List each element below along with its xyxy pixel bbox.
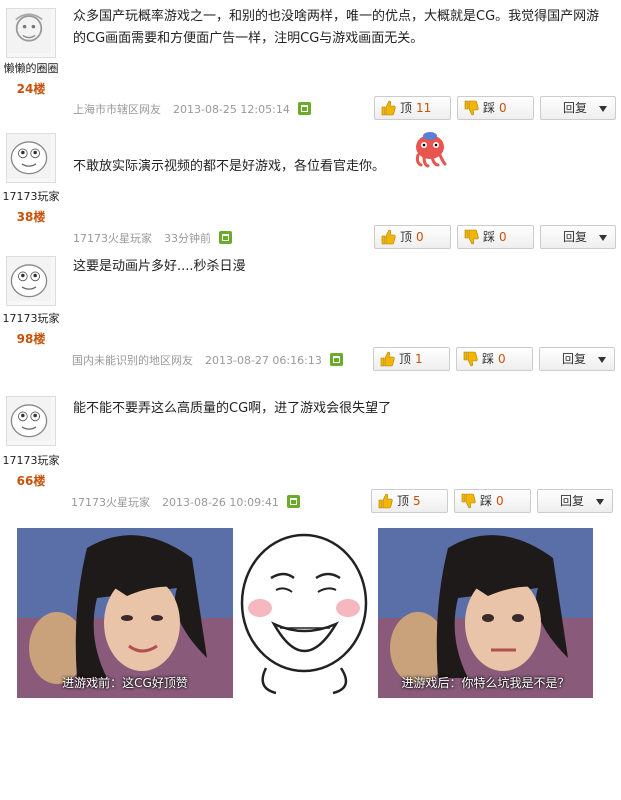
comment-meta: 17173火星玩家 33分钟前 (73, 230, 232, 246)
username[interactable]: 懒懒的圈圈 (0, 60, 62, 76)
downvote-label: 踩 (480, 494, 493, 508)
downvote-button[interactable]: 踩0 (457, 225, 534, 249)
comment-post: 懒懒的圈圈 24楼 众多国产玩概率游戏之一，和别的也没啥两样，唯一的优点，大概就… (0, 0, 621, 125)
reply-label: 回复 (560, 494, 585, 508)
chevron-down-icon (598, 357, 606, 363)
downvote-count: 0 (499, 101, 507, 115)
meme-photo-before: 进游戏前：这CG好顶赞 (17, 528, 233, 698)
floor-number: 66楼 (16, 474, 46, 488)
user-avatar[interactable] (6, 256, 56, 306)
trash-icon[interactable] (219, 231, 232, 244)
post-time: 2013-08-26 10:09:41 (162, 496, 279, 509)
user-avatar-image (7, 397, 51, 441)
post-time: 33分钟前 (164, 232, 211, 245)
user-location: 国内未能识别的地区网友 (72, 354, 193, 367)
user-location: 上海市市辖区网友 (73, 103, 161, 116)
woman-smiling-image (17, 528, 233, 698)
username[interactable]: 17173玩家 (0, 188, 62, 204)
meme-photo-after: 进游戏后：你特么坑我是不是？ (378, 528, 593, 698)
user-avatar-image (7, 134, 51, 178)
comment-text: 这要是动画片多好....秒杀日漫 (73, 259, 246, 274)
reply-button[interactable]: 回复 (540, 225, 616, 249)
user-location: 17173火星玩家 (73, 232, 152, 245)
floor-number: 38楼 (16, 210, 46, 224)
downvote-button[interactable]: 踩0 (456, 347, 533, 371)
post-time: 2013-08-25 12:05:14 (173, 103, 290, 116)
thumbs-up-icon (381, 100, 396, 116)
upvote-button[interactable]: 顶0 (374, 225, 451, 249)
reply-button[interactable]: 回复 (540, 96, 616, 120)
upvote-count: 11 (416, 101, 432, 115)
reply-label: 回复 (562, 352, 587, 366)
chevron-down-icon (599, 235, 607, 241)
post-time: 2013-08-27 06:16:13 (205, 354, 322, 367)
thumbs-down-icon (463, 351, 478, 367)
trash-icon[interactable] (329, 353, 343, 366)
meme-image-strip: 进游戏前：这CG好顶赞 进游戏后：你特么坑我是不是？ (0, 528, 621, 698)
thumbs-up-icon (380, 351, 395, 367)
reply-button[interactable]: 回复 (537, 489, 613, 513)
comment-meta: 上海市市辖区网友 2013-08-25 12:05:14 (73, 101, 311, 117)
comment-meta: 17173火星玩家 2013-08-26 10:09:41 (71, 494, 300, 510)
woman-displeased-image (378, 528, 593, 698)
upvote-button[interactable]: 顶5 (371, 489, 448, 513)
downvote-label: 踩 (483, 230, 496, 244)
comment-post: 17173玩家 38楼 不敢放实际演示视频的都不是好游戏，各位看官走你。 171… (0, 125, 621, 252)
upvote-label: 顶 (400, 101, 413, 115)
reply-label: 回复 (563, 101, 588, 115)
comment-meta: 国内未能识别的地区网友 2013-08-27 06:16:13 (72, 352, 343, 368)
thumbs-up-icon (381, 229, 396, 245)
meme-caption-after: 进游戏后：你特么坑我是不是？ (401, 676, 570, 690)
comment-text: 不敢放实际演示视频的都不是好游戏，各位看官走你。 (73, 159, 386, 174)
comment-text: 能不能不要弄这么高质量的CG啊，进了游戏会很失望了 (73, 401, 392, 416)
upvote-count: 1 (415, 352, 423, 366)
reply-label: 回复 (563, 230, 588, 244)
thumbs-down-icon (464, 100, 479, 116)
username[interactable]: 17173玩家 (0, 310, 62, 326)
trash-icon[interactable] (286, 495, 300, 508)
meme-rage-face (236, 528, 373, 698)
upvote-label: 顶 (399, 352, 412, 366)
chevron-down-icon (599, 106, 607, 112)
downvote-count: 0 (498, 352, 506, 366)
user-avatar-image (7, 257, 51, 301)
thumbs-down-icon (461, 493, 476, 509)
upvote-label: 顶 (397, 494, 410, 508)
user-avatar[interactable] (6, 133, 56, 183)
floor-number: 24楼 (16, 82, 46, 96)
upvote-button[interactable]: 顶 11 (374, 96, 451, 120)
comment-post: 17173玩家 98楼 这要是动画片多好....秒杀日漫 国内未能识别的地区网友… (0, 252, 621, 382)
octopus-emoji-icon (415, 132, 447, 168)
chevron-down-icon (596, 499, 604, 505)
meme-caption-before: 进游戏前：这CG好顶赞 (62, 676, 188, 690)
user-avatar-image (7, 9, 51, 53)
upvote-count: 0 (416, 230, 424, 244)
trash-icon[interactable] (297, 102, 311, 115)
floor-number: 98楼 (16, 332, 46, 346)
downvote-button[interactable]: 踩0 (454, 489, 531, 513)
user-avatar[interactable] (6, 8, 56, 58)
thumbs-down-icon (464, 229, 479, 245)
username[interactable]: 17173玩家 (0, 452, 62, 468)
thumbs-up-icon (378, 493, 393, 509)
downvote-button[interactable]: 踩0 (457, 96, 534, 120)
user-avatar[interactable] (6, 396, 56, 446)
upvote-button[interactable]: 顶1 (373, 347, 450, 371)
upvote-label: 顶 (400, 230, 413, 244)
comment-post: 17173玩家 66楼 能不能不要弄这么高质量的CG啊，进了游戏会很失望了 17… (0, 382, 621, 522)
comment-text: 众多国产玩概率游戏之一，和别的也没啥两样，唯一的优点，大概就是CG。我觉得国产网… (73, 9, 600, 46)
downvote-label: 踩 (482, 352, 495, 366)
user-location: 17173火星玩家 (71, 496, 150, 509)
reply-button[interactable]: 回复 (539, 347, 615, 371)
downvote-label: 踩 (483, 101, 496, 115)
downvote-count: 0 (499, 230, 507, 244)
downvote-count: 0 (496, 494, 504, 508)
rage-comic-face-image (236, 528, 373, 698)
upvote-count: 5 (413, 494, 421, 508)
